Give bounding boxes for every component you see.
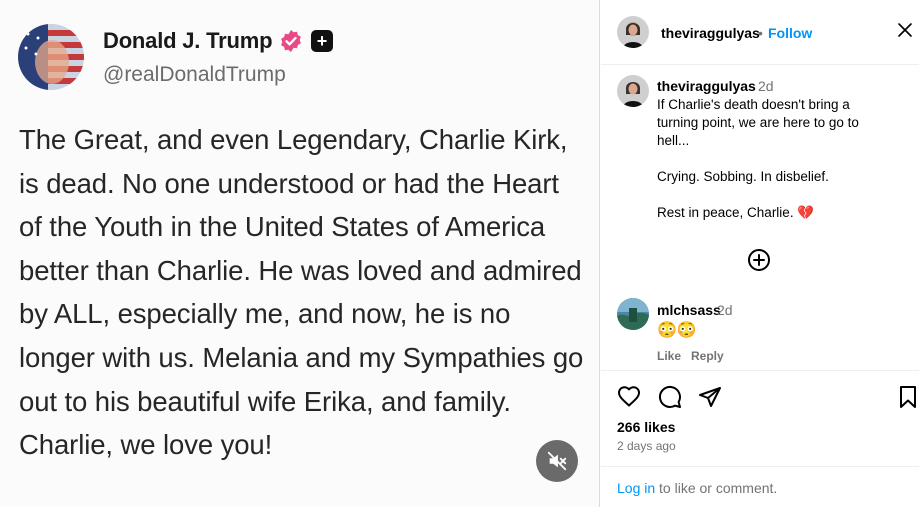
separator-dot: • <box>758 25 763 41</box>
verified-icon <box>279 29 303 53</box>
comment-button[interactable] <box>658 385 682 409</box>
comment-reply-button[interactable]: Reply <box>691 349 724 363</box>
actions-divider <box>601 370 919 371</box>
login-prompt: Log in to like or comment. <box>617 480 777 496</box>
author-avatar[interactable] <box>617 16 649 48</box>
login-link[interactable]: Log in <box>617 480 655 496</box>
post-header: theviraggulyas • Follow <box>601 0 919 65</box>
tweet-avatar <box>18 24 84 90</box>
like-count[interactable]: 266 likes <box>617 419 675 435</box>
bookmark-icon <box>900 386 916 408</box>
author-username[interactable]: theviraggulyas <box>661 25 760 41</box>
comment-like-button[interactable]: Like <box>657 349 681 363</box>
comment-text: 😳😳 <box>657 322 697 339</box>
caption-text: If Charlie's death doesn't bring a turni… <box>657 97 859 220</box>
comment-username[interactable]: mlchsass <box>657 302 721 318</box>
like-button[interactable] <box>617 385 641 409</box>
comment-icon <box>658 385 681 408</box>
post-date: 2 days ago <box>617 439 676 453</box>
tweet-author-name: Donald J. Trump <box>103 28 273 53</box>
tweet-text: The Great, and even Legendary, Charlie K… <box>19 124 584 461</box>
load-more-comments-button[interactable] <box>747 248 771 272</box>
heart-icon <box>618 386 640 407</box>
caption-username[interactable]: theviraggulyas <box>657 78 756 94</box>
close-icon[interactable] <box>897 22 913 38</box>
share-icon <box>699 387 721 407</box>
comment-time: 2d <box>717 302 733 318</box>
login-divider <box>601 466 919 467</box>
post-media[interactable]: Donald J. Trump + @realDonaldTrump The G… <box>0 0 600 507</box>
add-comment-icon <box>748 249 770 271</box>
caption-avatar[interactable] <box>617 75 649 107</box>
share-button[interactable] <box>698 385 722 409</box>
caption-time: 2d <box>758 78 774 94</box>
mute-button[interactable] <box>536 440 578 482</box>
follow-button[interactable]: Follow <box>768 25 812 41</box>
login-prompt-text: to like or comment. <box>655 480 778 496</box>
mute-icon <box>547 451 567 471</box>
save-button[interactable] <box>896 385 919 409</box>
tweet-handle: @realDonaldTrump <box>103 63 286 86</box>
plus-badge: + <box>311 30 333 52</box>
commenter-avatar[interactable] <box>617 298 649 330</box>
post-sidebar: theviraggulyas • Follow theviraggulyas 2… <box>601 0 919 507</box>
